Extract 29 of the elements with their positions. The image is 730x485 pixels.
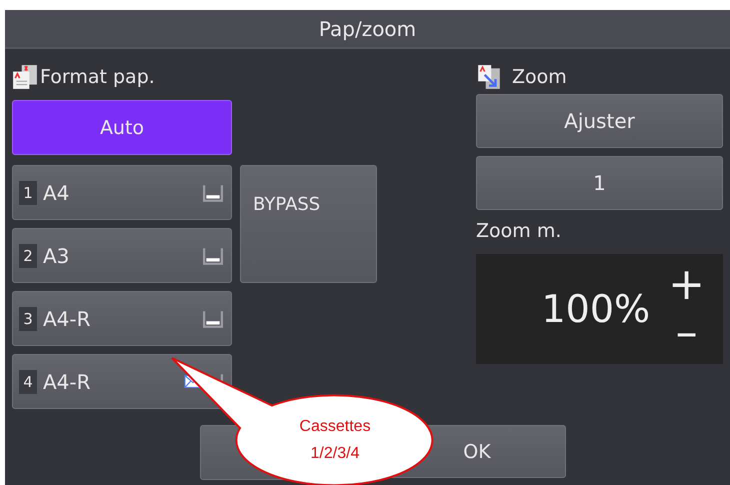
paper-size: A4-R — [43, 306, 92, 330]
paper-tray-icon — [203, 246, 223, 264]
paper-size: A4 — [43, 180, 70, 204]
decrease-button[interactable]: – — [668, 311, 705, 355]
paper-format-icon — [12, 64, 38, 90]
zoom-preset-button[interactable]: 1 — [476, 156, 723, 210]
paper-size: A4-R — [43, 370, 92, 394]
tray-number: 4 — [19, 370, 37, 394]
tray-number: 2 — [19, 244, 37, 268]
tray-number: 1 — [19, 180, 37, 204]
zoom-preset-button[interactable]: Ajuster — [476, 94, 723, 148]
tray-button[interactable]: 4 A4-R — [12, 354, 232, 409]
tray-button[interactable]: 3 A4-R — [12, 291, 232, 346]
paper-tray-icon — [203, 184, 223, 202]
paper-size: A3 — [43, 244, 70, 268]
tray-button[interactable]: 1 A4 — [12, 165, 232, 220]
callout-tooltip-text: Cassettes 1/2/3/4 — [298, 417, 372, 464]
window-title: Pap/zoom — [318, 16, 416, 40]
zoom-value: 100% — [541, 287, 650, 331]
zoom-icon — [476, 64, 502, 90]
paper-tray-icon — [203, 310, 223, 328]
section-heading: Zoom — [512, 66, 567, 88]
increase-button[interactable]: + — [668, 263, 705, 307]
section-heading: Format pap. — [40, 66, 155, 88]
manual-zoom-label: Zoom m. — [476, 220, 562, 244]
tray-button[interactable]: 2 A3 — [12, 228, 232, 283]
auto-button[interactable]: Auto — [12, 100, 232, 155]
tray-number: 3 — [19, 306, 37, 330]
bypass-button[interactable]: BYPASS — [240, 165, 377, 283]
